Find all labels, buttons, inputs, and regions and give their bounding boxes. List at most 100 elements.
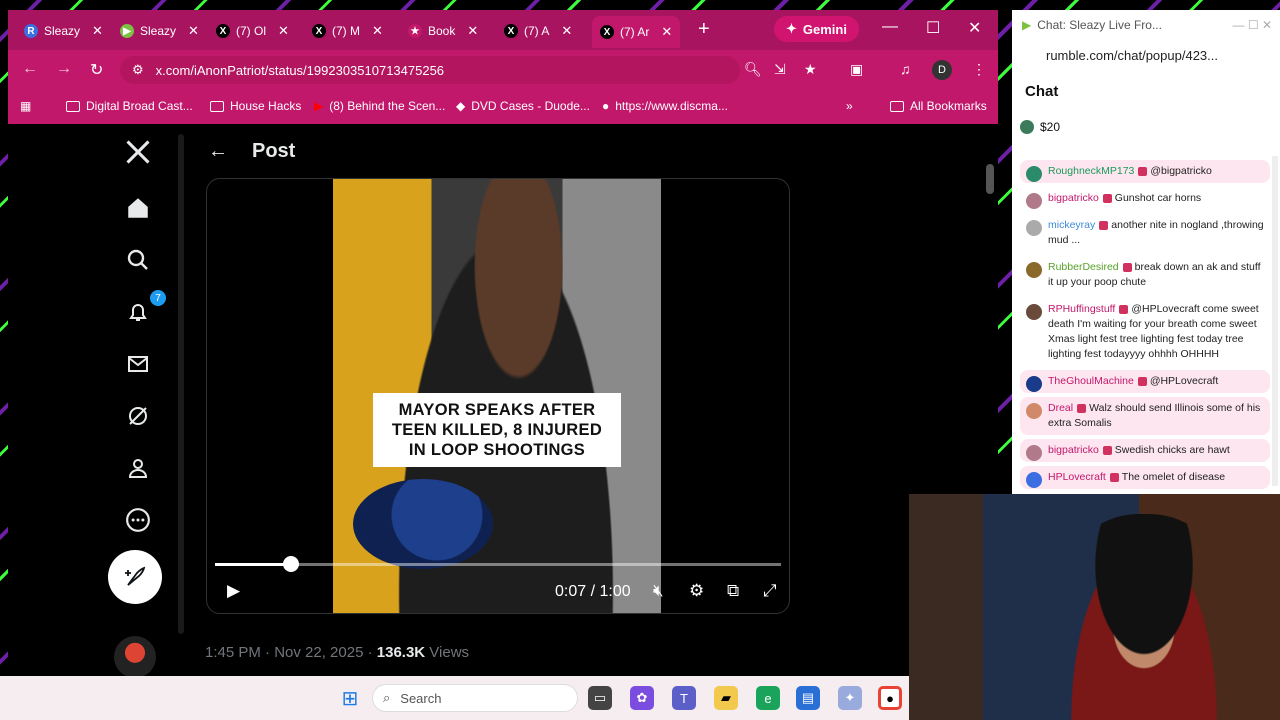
menu-kebab-icon[interactable]: ⋮ <box>972 61 986 78</box>
home-icon[interactable] <box>120 190 156 226</box>
chat-url[interactable]: rumble.com/chat/popup/423... <box>1046 48 1218 63</box>
chrome-icon[interactable]: ● <box>878 686 902 710</box>
chat-username[interactable]: TheGhoulMachine <box>1048 375 1134 387</box>
bookmark-item[interactable]: House Hacks <box>210 99 301 113</box>
chat-scrollbar[interactable] <box>1272 156 1278 486</box>
apps-grid-icon[interactable]: ▦ <box>20 99 31 113</box>
chat-username[interactable]: RoughneckMP173 <box>1048 165 1134 177</box>
post-metadata: 1:45 PM · Nov 22, 2025 · 136.3K Views <box>205 644 469 661</box>
tab-bar: R Sleazy ✕ ▶ Sleazy ✕ X (7) Ol ✕ X (7) M… <box>8 10 998 50</box>
chat-username[interactable]: bigpatricko <box>1048 444 1099 456</box>
teams-icon[interactable]: T <box>672 686 696 710</box>
chat-user-avatar[interactable] <box>1026 403 1042 419</box>
window-controls-icon[interactable]: — ☐ ✕ <box>1233 18 1272 32</box>
post-timestamp[interactable]: 1:45 PM · Nov 22, 2025 · <box>205 644 377 661</box>
zoom-icon[interactable]: 🔍︎ <box>744 61 762 78</box>
forward-arrow-icon[interactable]: → <box>56 60 72 78</box>
chat-username[interactable]: bigpatricko <box>1048 192 1099 204</box>
minimize-icon[interactable]: — <box>882 18 898 36</box>
app-icon[interactable]: ✦ <box>838 686 862 710</box>
edge-icon[interactable]: e <box>756 686 780 710</box>
install-app-icon[interactable]: ⇲ <box>774 61 786 78</box>
fullscreen-icon[interactable]: ⤢ <box>763 581 777 601</box>
close-icon[interactable]: ✕ <box>278 23 289 39</box>
back-arrow-icon[interactable]: ← <box>22 60 38 78</box>
all-bookmarks[interactable]: All Bookmarks <box>890 99 987 113</box>
video-progress-bar[interactable] <box>215 556 781 572</box>
chat-user-avatar[interactable] <box>1026 445 1042 461</box>
user-badge-icon <box>1109 472 1119 482</box>
new-tab-button[interactable]: + <box>698 18 710 40</box>
page-scrollbar[interactable] <box>986 164 994 194</box>
rant-chip[interactable]: $20 <box>1020 120 1060 134</box>
close-icon[interactable]: ✕ <box>372 23 383 39</box>
chat-url-bar[interactable]: rumble.com/chat/popup/423... <box>1012 40 1280 70</box>
close-icon[interactable]: ✕ <box>188 23 199 39</box>
compose-post-button[interactable] <box>108 550 162 604</box>
more-bookmarks-icon[interactable]: » <box>846 99 853 113</box>
progress-scrubber[interactable] <box>283 556 300 572</box>
user-badge-icon <box>1099 220 1109 230</box>
back-arrow-icon[interactable]: ← <box>208 140 228 163</box>
profile-icon[interactable] <box>120 450 156 486</box>
bookmark-item[interactable]: ◆ DVD Cases - Duode... <box>456 99 590 113</box>
close-icon[interactable]: ✕ <box>561 23 572 39</box>
search-icon[interactable] <box>120 242 156 278</box>
close-icon[interactable]: ✕ <box>661 24 672 40</box>
profile-avatar[interactable]: D <box>932 60 952 80</box>
bookmark-star-icon[interactable]: ★ <box>804 61 817 78</box>
bookmark-item[interactable]: Digital Broad Cast... <box>66 99 193 113</box>
tab-4[interactable]: X (7) M ✕ <box>304 18 391 44</box>
chat-user-avatar[interactable] <box>1026 304 1042 320</box>
tab-2[interactable]: ▶ Sleazy ✕ <box>112 18 207 44</box>
tab-6[interactable]: X (7) A ✕ <box>496 18 580 44</box>
x-logo-icon[interactable] <box>120 134 156 170</box>
windows-start-icon[interactable]: ⊞ <box>338 686 362 710</box>
media-control-icon[interactable]: ♫ <box>900 61 911 77</box>
video-player[interactable]: MAYOR SPEAKS AFTER TEEN KILLED, 8 INJURE… <box>206 178 790 614</box>
mute-icon[interactable]: 🔇︎ <box>653 581 664 601</box>
chat-username[interactable]: RubberDesired <box>1048 261 1119 273</box>
chat-username[interactable]: Dreal <box>1048 402 1073 414</box>
chat-username[interactable]: mickeyray <box>1048 219 1095 231</box>
tab-5[interactable]: ★ Book ✕ <box>400 18 486 44</box>
reload-icon[interactable]: ↻ <box>90 60 103 80</box>
site-info-icon[interactable]: ⚙ <box>132 62 144 78</box>
bookmark-item[interactable]: ● https://www.discma... <box>602 99 728 113</box>
video-frame[interactable]: MAYOR SPEAKS AFTER TEEN KILLED, 8 INJURE… <box>333 179 661 613</box>
messages-mail-icon[interactable] <box>120 346 156 382</box>
copilot-icon[interactable]: ✿ <box>630 686 654 710</box>
store-icon[interactable]: ▤ <box>796 686 820 710</box>
play-icon[interactable]: ▶ <box>227 581 240 601</box>
picture-in-picture-icon[interactable]: ⧉ <box>727 581 739 601</box>
more-options-icon[interactable] <box>120 502 156 538</box>
maximize-icon[interactable]: ☐ <box>926 18 940 38</box>
tab-7-active[interactable]: X (7) Ar ✕ <box>592 16 681 48</box>
close-icon[interactable]: ✕ <box>92 23 103 39</box>
close-icon[interactable]: ✕ <box>467 23 478 39</box>
user-avatar[interactable] <box>114 636 156 676</box>
taskbar-search[interactable]: ⌕ Search <box>372 684 578 712</box>
url-text[interactable]: x.com/iAnonPatriot/status/19923035107134… <box>156 63 444 78</box>
tab-search-icon[interactable]: ▣ <box>850 61 863 78</box>
close-window-icon[interactable]: ✕ <box>968 18 981 38</box>
scrollbar[interactable] <box>178 134 184 634</box>
chat-user-avatar[interactable] <box>1026 472 1042 488</box>
chat-username[interactable]: RPHuffingstuff <box>1048 303 1115 315</box>
notifications-bell-icon[interactable]: 7 <box>120 290 166 330</box>
task-view-icon[interactable]: ▭ <box>588 686 612 710</box>
chat-user-avatar[interactable] <box>1026 193 1042 209</box>
gemini-button[interactable]: ✦ Gemini <box>774 16 859 42</box>
chat-user-avatar[interactable] <box>1026 166 1042 182</box>
settings-gear-icon[interactable]: ⚙ <box>689 581 704 601</box>
tab-1[interactable]: R Sleazy ✕ <box>16 18 111 44</box>
file-explorer-icon[interactable]: ▰ <box>714 686 738 710</box>
address-bar[interactable]: ⚙ x.com/iAnonPatriot/status/199230351071… <box>120 56 740 84</box>
chat-user-avatar[interactable] <box>1026 262 1042 278</box>
chat-user-avatar[interactable] <box>1026 376 1042 392</box>
bookmark-item[interactable]: ▶ (8) Behind the Scen... <box>314 99 445 113</box>
tab-3[interactable]: X (7) Ol ✕ <box>208 18 297 44</box>
chat-user-avatar[interactable] <box>1026 220 1042 236</box>
grok-icon[interactable] <box>120 398 156 434</box>
chat-username[interactable]: HPLovecraft <box>1048 471 1106 483</box>
